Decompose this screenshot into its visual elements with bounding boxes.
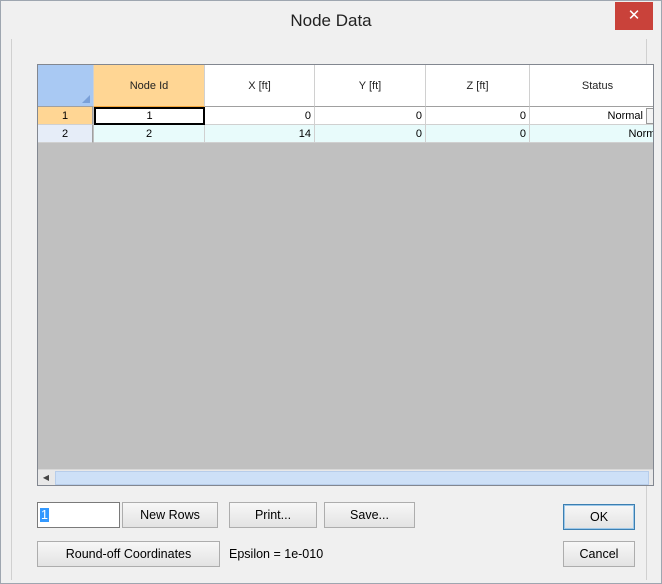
cell-x[interactable]: 0 xyxy=(205,107,315,125)
cancel-button[interactable]: Cancel xyxy=(563,541,635,567)
cell-status[interactable]: Normal xyxy=(530,125,653,143)
column-header-node-id[interactable]: Node Id xyxy=(94,65,205,107)
horizontal-scrollbar[interactable]: ◀ ▶ xyxy=(38,469,653,485)
cell-x[interactable]: 14 xyxy=(205,125,315,143)
column-header-status[interactable]: Status xyxy=(530,65,653,107)
cell-node-id[interactable]: 1 xyxy=(94,107,205,125)
cell-z[interactable]: 0 xyxy=(426,107,530,125)
select-all-corner[interactable] xyxy=(38,65,94,107)
scroll-left-icon[interactable]: ◀ xyxy=(38,470,54,485)
new-rows-count-input[interactable]: 1 xyxy=(37,502,120,528)
dialog-title: Node Data xyxy=(290,11,372,30)
cell-z[interactable]: 0 xyxy=(426,125,530,143)
rows-input-value: 1 xyxy=(40,508,49,522)
scroll-right-icon[interactable]: ▶ xyxy=(649,470,653,485)
column-header-z[interactable]: Z [ft] xyxy=(426,65,530,107)
cell-node-id[interactable]: 2 xyxy=(94,125,205,143)
column-header-x[interactable]: X [ft] xyxy=(205,65,315,107)
print-button[interactable]: Print... xyxy=(229,502,317,528)
row-header-1[interactable]: 1 xyxy=(38,107,93,125)
title-bar[interactable]: Node Data ✕ xyxy=(1,1,661,39)
cell-y[interactable]: 0 xyxy=(315,125,426,143)
ok-button[interactable]: OK xyxy=(563,504,635,530)
chevron-down-icon: ∨ xyxy=(652,111,653,121)
round-off-coordinates-button[interactable]: Round-off Coordinates xyxy=(37,541,220,567)
node-data-grid[interactable]: Node Id X [ft] Y [ft] Z [ft] Status 1 1 … xyxy=(37,64,654,486)
cell-status[interactable]: Normal xyxy=(530,107,653,125)
horizontal-scroll-thumb[interactable] xyxy=(55,471,649,485)
corner-triangle-icon xyxy=(82,95,90,103)
cell-y[interactable]: 0 xyxy=(315,107,426,125)
new-rows-button[interactable]: New Rows xyxy=(122,502,218,528)
close-button[interactable]: ✕ xyxy=(615,2,653,30)
close-icon: ✕ xyxy=(627,7,641,24)
row-header-2[interactable]: 2 xyxy=(38,125,93,143)
node-data-dialog: Node Data ✕ Node Id X [ft] Y [ft] Z [ft]… xyxy=(0,0,662,584)
epsilon-label: Epsilon = 1e-010 xyxy=(229,547,324,561)
column-header-y[interactable]: Y [ft] xyxy=(315,65,426,107)
status-dropdown-button[interactable]: ∨ xyxy=(646,108,653,124)
save-button[interactable]: Save... xyxy=(324,502,415,528)
